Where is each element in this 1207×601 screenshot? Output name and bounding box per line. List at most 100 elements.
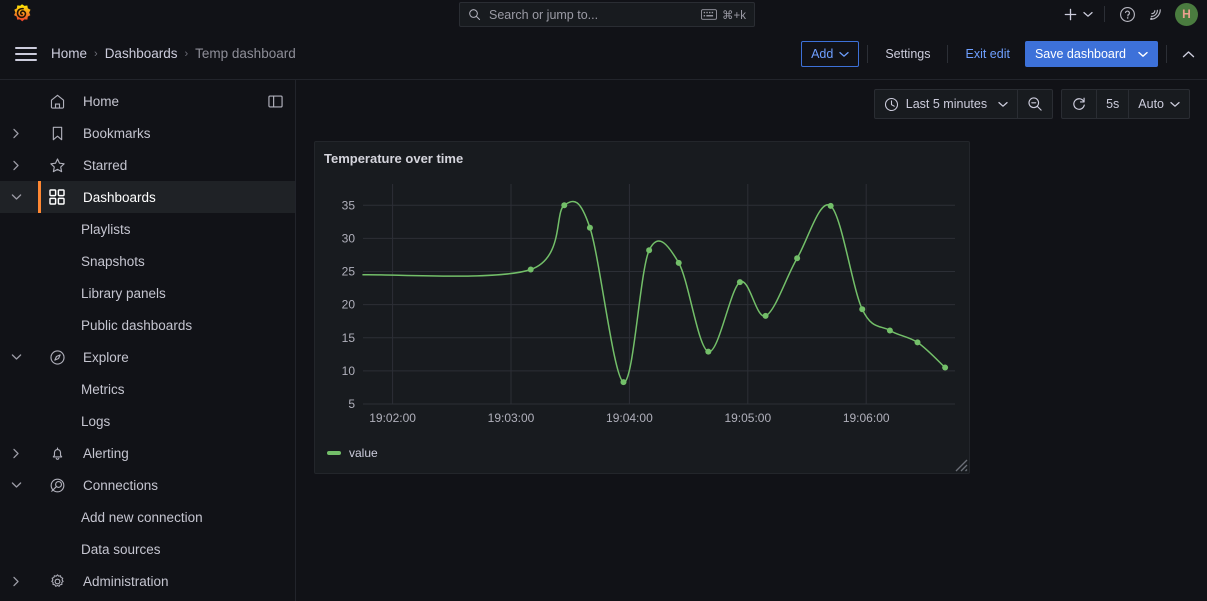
sidebar-item-starred[interactable]: Starred bbox=[0, 149, 295, 181]
save-dashboard-button[interactable]: Save dashboard bbox=[1024, 41, 1158, 67]
sidebar-item-label: Library panels bbox=[81, 285, 166, 301]
create-new-button[interactable] bbox=[1061, 7, 1095, 22]
dashboard-toolbar: Add Settings Exit edit Save dashboard bbox=[801, 28, 1201, 80]
sidebar-item-administration[interactable]: Administration bbox=[0, 565, 295, 597]
divider bbox=[867, 45, 869, 63]
sidebar-item-label: Connections bbox=[83, 477, 159, 493]
data-point[interactable] bbox=[646, 247, 653, 254]
zoom-out-button[interactable] bbox=[1018, 90, 1052, 118]
time-range-group: Last 5 minutes bbox=[873, 89, 1054, 119]
data-point[interactable] bbox=[859, 306, 866, 313]
sidebar-item-snapshots[interactable]: Snapshots bbox=[0, 245, 295, 277]
sidebar-item-metrics[interactable]: Metrics bbox=[0, 373, 295, 405]
sidebar-item-library-panels[interactable]: Library panels bbox=[0, 277, 295, 309]
grafana-logo-icon[interactable] bbox=[10, 2, 34, 26]
sidebar-item-add-new-connection[interactable]: Add new connection bbox=[0, 501, 295, 533]
y-axis-tick-label: 25 bbox=[342, 265, 356, 279]
breadcrumb-separator: › bbox=[184, 47, 189, 60]
data-point[interactable] bbox=[942, 364, 949, 371]
divider bbox=[947, 45, 949, 63]
chevron-down-icon[interactable] bbox=[1134, 51, 1152, 58]
sidebar-item-explore[interactable]: Explore bbox=[0, 341, 295, 373]
x-axis-tick-label: 19:05:00 bbox=[724, 411, 771, 425]
dock-menu-icon[interactable] bbox=[263, 89, 287, 113]
chevron-down-icon[interactable] bbox=[0, 341, 32, 373]
data-point[interactable] bbox=[586, 224, 593, 231]
sidebar-item-alerting[interactable]: Alerting bbox=[0, 437, 295, 469]
time-controls: Last 5 minutes 5s Auto bbox=[873, 89, 1190, 119]
panel-title[interactable]: Temperature over time bbox=[315, 142, 969, 166]
sidebar-item-label: Alerting bbox=[83, 445, 129, 461]
refresh-button[interactable] bbox=[1062, 90, 1096, 118]
data-point[interactable] bbox=[527, 266, 534, 273]
chevron-right-icon[interactable] bbox=[0, 149, 32, 181]
sidebar-item-data-sources[interactable]: Data sources bbox=[0, 533, 295, 565]
data-point[interactable] bbox=[827, 202, 834, 209]
sidebar-item-playlists[interactable]: Playlists bbox=[0, 213, 295, 245]
data-point[interactable] bbox=[620, 379, 627, 386]
time-series-chart[interactable]: 5 10 15 20 25 30 35 19:02:00 19:03:00 19:04:00 19:… bbox=[315, 172, 971, 474]
clock-icon bbox=[884, 97, 899, 112]
sidebar-item-bookmarks[interactable]: Bookmarks bbox=[0, 117, 295, 149]
breadcrumb-item-current: Temp dashboard bbox=[195, 46, 296, 61]
sidebar-item-dashboards[interactable]: Dashboards bbox=[0, 181, 295, 213]
news-button[interactable] bbox=[1142, 2, 1168, 26]
chevron-down-icon[interactable] bbox=[0, 469, 32, 501]
x-axis-tick-label: 19:02:00 bbox=[369, 411, 416, 425]
sidebar-item-label: Home bbox=[83, 93, 120, 109]
panel-resize-handle[interactable] bbox=[952, 456, 968, 472]
chevron-spacer bbox=[0, 85, 32, 117]
gear-icon bbox=[42, 573, 72, 590]
dashboard-panel[interactable]: Temperature over time 5 10 15 20 25 30 35 19:02… bbox=[314, 141, 970, 474]
time-range-label: Last 5 minutes bbox=[905, 97, 988, 111]
help-button[interactable] bbox=[1114, 2, 1140, 26]
data-point[interactable] bbox=[675, 259, 682, 266]
sidebar-item-public-dashboards[interactable]: Public dashboards bbox=[0, 309, 295, 341]
data-point[interactable] bbox=[914, 339, 921, 346]
breadcrumb: Home › Dashboards › Temp dashboard bbox=[51, 46, 296, 61]
data-point[interactable] bbox=[705, 348, 712, 355]
breadcrumb-item-home[interactable]: Home bbox=[51, 46, 87, 61]
chevron-right-icon[interactable] bbox=[0, 437, 32, 469]
time-range-picker[interactable]: Last 5 minutes bbox=[875, 90, 1017, 118]
divider bbox=[1166, 45, 1167, 63]
y-axis-tick-label: 35 bbox=[342, 198, 356, 212]
search-input[interactable]: Search or jump to... ⌘+k bbox=[459, 2, 755, 27]
collapse-toolbar-button[interactable] bbox=[1175, 41, 1201, 67]
chevron-right-icon[interactable] bbox=[0, 117, 32, 149]
zoom-out-icon bbox=[1027, 96, 1043, 112]
exit-edit-button[interactable]: Exit edit bbox=[956, 41, 1018, 67]
sidebar-item-label: Snapshots bbox=[81, 253, 145, 269]
settings-button[interactable]: Settings bbox=[876, 41, 939, 67]
data-point[interactable] bbox=[561, 202, 568, 209]
star-icon bbox=[42, 157, 72, 174]
chart-legend[interactable]: value bbox=[327, 446, 378, 460]
y-axis-tick-label: 20 bbox=[342, 298, 356, 312]
data-point[interactable] bbox=[736, 279, 743, 286]
add-button[interactable]: Add bbox=[801, 41, 860, 67]
chevron-right-icon[interactable] bbox=[0, 565, 32, 597]
breadcrumb-item-dashboards[interactable]: Dashboards bbox=[105, 46, 178, 61]
chevron-down-icon bbox=[998, 101, 1008, 108]
chevron-down-icon bbox=[1170, 101, 1180, 108]
sidebar-item-label: Explore bbox=[83, 349, 129, 365]
search-placeholder: Search or jump to... bbox=[489, 7, 599, 22]
sidebar-item-home[interactable]: Home bbox=[0, 85, 295, 117]
data-point[interactable] bbox=[794, 255, 801, 262]
sidebar-item-connections[interactable]: Connections bbox=[0, 469, 295, 501]
compass-icon bbox=[42, 349, 72, 366]
avatar[interactable]: H bbox=[1175, 2, 1198, 26]
refresh-interval-value[interactable]: 5s bbox=[1097, 90, 1128, 118]
sidebar-item-label: Logs bbox=[81, 413, 111, 429]
chevron-down-icon[interactable] bbox=[0, 181, 32, 213]
sidebar-item-logs[interactable]: Logs bbox=[0, 405, 295, 437]
hamburger-menu-icon[interactable] bbox=[15, 43, 37, 65]
data-point[interactable] bbox=[762, 312, 769, 319]
data-point[interactable] bbox=[886, 327, 893, 334]
sidebar-item-label: Dashboards bbox=[83, 189, 156, 205]
refresh-icon bbox=[1071, 96, 1087, 112]
search-shortcut: ⌘+k bbox=[722, 9, 746, 22]
chevron-down-icon bbox=[839, 51, 849, 58]
bell-icon bbox=[42, 445, 72, 462]
resolution-picker[interactable]: Auto bbox=[1129, 90, 1189, 118]
